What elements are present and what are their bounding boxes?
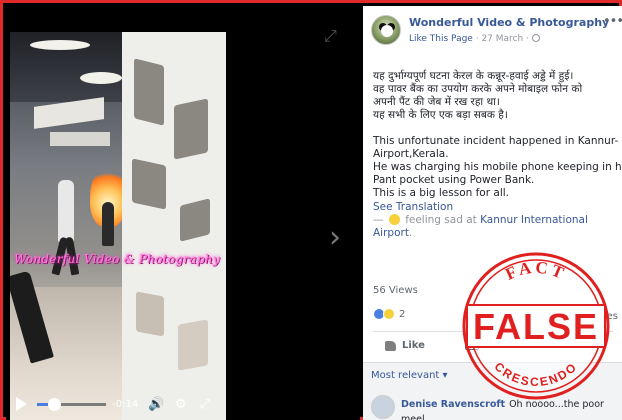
view-count: 56 Views	[373, 285, 418, 296]
person	[58, 180, 74, 242]
stamp-verdict: FALSE	[473, 306, 599, 347]
meta-separator-end: ·	[523, 34, 529, 44]
see-translation-link[interactable]: See Translation	[373, 201, 613, 214]
lattice-opening	[136, 291, 164, 337]
lattice-opening	[174, 98, 208, 160]
panda-icon	[381, 25, 393, 37]
remaining-time: -0:14	[112, 398, 139, 410]
thumbs-up-icon	[385, 340, 396, 351]
ceiling-light	[80, 72, 122, 84]
like-button[interactable]: Like	[385, 340, 425, 351]
fact-crescendo-stamp: FACT FALSE CRESCENDO	[462, 252, 610, 400]
screenshot-frame: Wonderful Video & Photography -0:14 🔊 ⚙ …	[0, 0, 622, 420]
like-page-link[interactable]: Like This Page	[409, 34, 473, 44]
ceiling-light	[30, 40, 90, 50]
play-icon[interactable]	[16, 397, 27, 411]
feeling-dash: —	[373, 214, 384, 226]
seek-bar[interactable]	[37, 397, 107, 411]
lattice-screen	[122, 32, 226, 420]
post-date[interactable]: 27 March	[481, 34, 523, 44]
video-viewer: Wonderful Video & Photography -0:14 🔊 ⚙ …	[6, 6, 360, 420]
hindi-line: अपनी पैंट की जेब में रख रहा था।	[373, 96, 500, 108]
post-text: यह दुर्भाग्यपूर्ण घटना केरल के कन्नूर-हव…	[373, 70, 622, 240]
comment-text-cont: meel	[401, 414, 425, 420]
fullscreen-icon[interactable]: ⤢	[196, 397, 214, 412]
english-line: This is a big lesson for all.	[373, 187, 509, 199]
english-line: He was charging his mobile phone keeping…	[373, 161, 622, 173]
reactions-summary[interactable]: 2	[373, 308, 405, 320]
gear-icon[interactable]: ⚙	[172, 397, 190, 412]
more-options-icon[interactable]: •••	[603, 14, 622, 29]
lattice-opening	[178, 319, 208, 371]
like-label: Like	[402, 340, 425, 351]
lattice-opening	[134, 58, 164, 126]
feeling-text: feeling sad at	[405, 214, 477, 226]
feeling-activity: — feeling sad at Kannur International Ai…	[373, 214, 613, 240]
reaction-count: 2	[399, 308, 406, 320]
english-line: This unfortunate incident happened in Ka…	[373, 135, 619, 147]
page-avatar[interactable]	[371, 15, 401, 45]
sad-face-icon	[388, 214, 400, 225]
video-watermark: Wonderful Video & Photography	[14, 252, 220, 266]
page-name-link[interactable]: Wonderful Video & Photography	[409, 16, 609, 29]
lattice-opening	[132, 158, 166, 210]
video-player[interactable]: Wonderful Video & Photography	[10, 32, 226, 420]
english-line: Airport,Kerala.	[373, 148, 449, 160]
feeling-end: .	[408, 227, 413, 239]
wall-panel	[50, 132, 110, 146]
seek-handle[interactable]	[47, 397, 61, 411]
hindi-line: वह पावर बैंक का उपयोग करके अपने मोबाइल फ…	[373, 83, 583, 95]
person	[102, 202, 114, 246]
comment-sort-dropdown[interactable]: Most relevant ▾	[371, 370, 448, 381]
video-controls: -0:14 🔊 ⚙ ⤢	[10, 389, 226, 419]
commenter-avatar[interactable]	[371, 395, 395, 419]
post-meta: Like This Page · 27 March ·	[409, 34, 540, 44]
sad-reaction-icon	[383, 308, 395, 320]
expand-icon[interactable]: ⤢	[324, 26, 337, 46]
globe-icon	[531, 34, 540, 42]
chevron-right-icon[interactable]: ›	[329, 220, 341, 255]
hindi-line: यह सभी के लिए एक बड़ा सबक है।	[373, 109, 508, 121]
lattice-opening	[180, 198, 210, 242]
hindi-line: यह दुर्भाग्यपूर्ण घटना केरल के कन्नूर-हव…	[373, 70, 574, 82]
english-line: Pant pocket using Power Bank.	[373, 174, 535, 186]
volume-icon[interactable]: 🔊	[147, 397, 165, 412]
